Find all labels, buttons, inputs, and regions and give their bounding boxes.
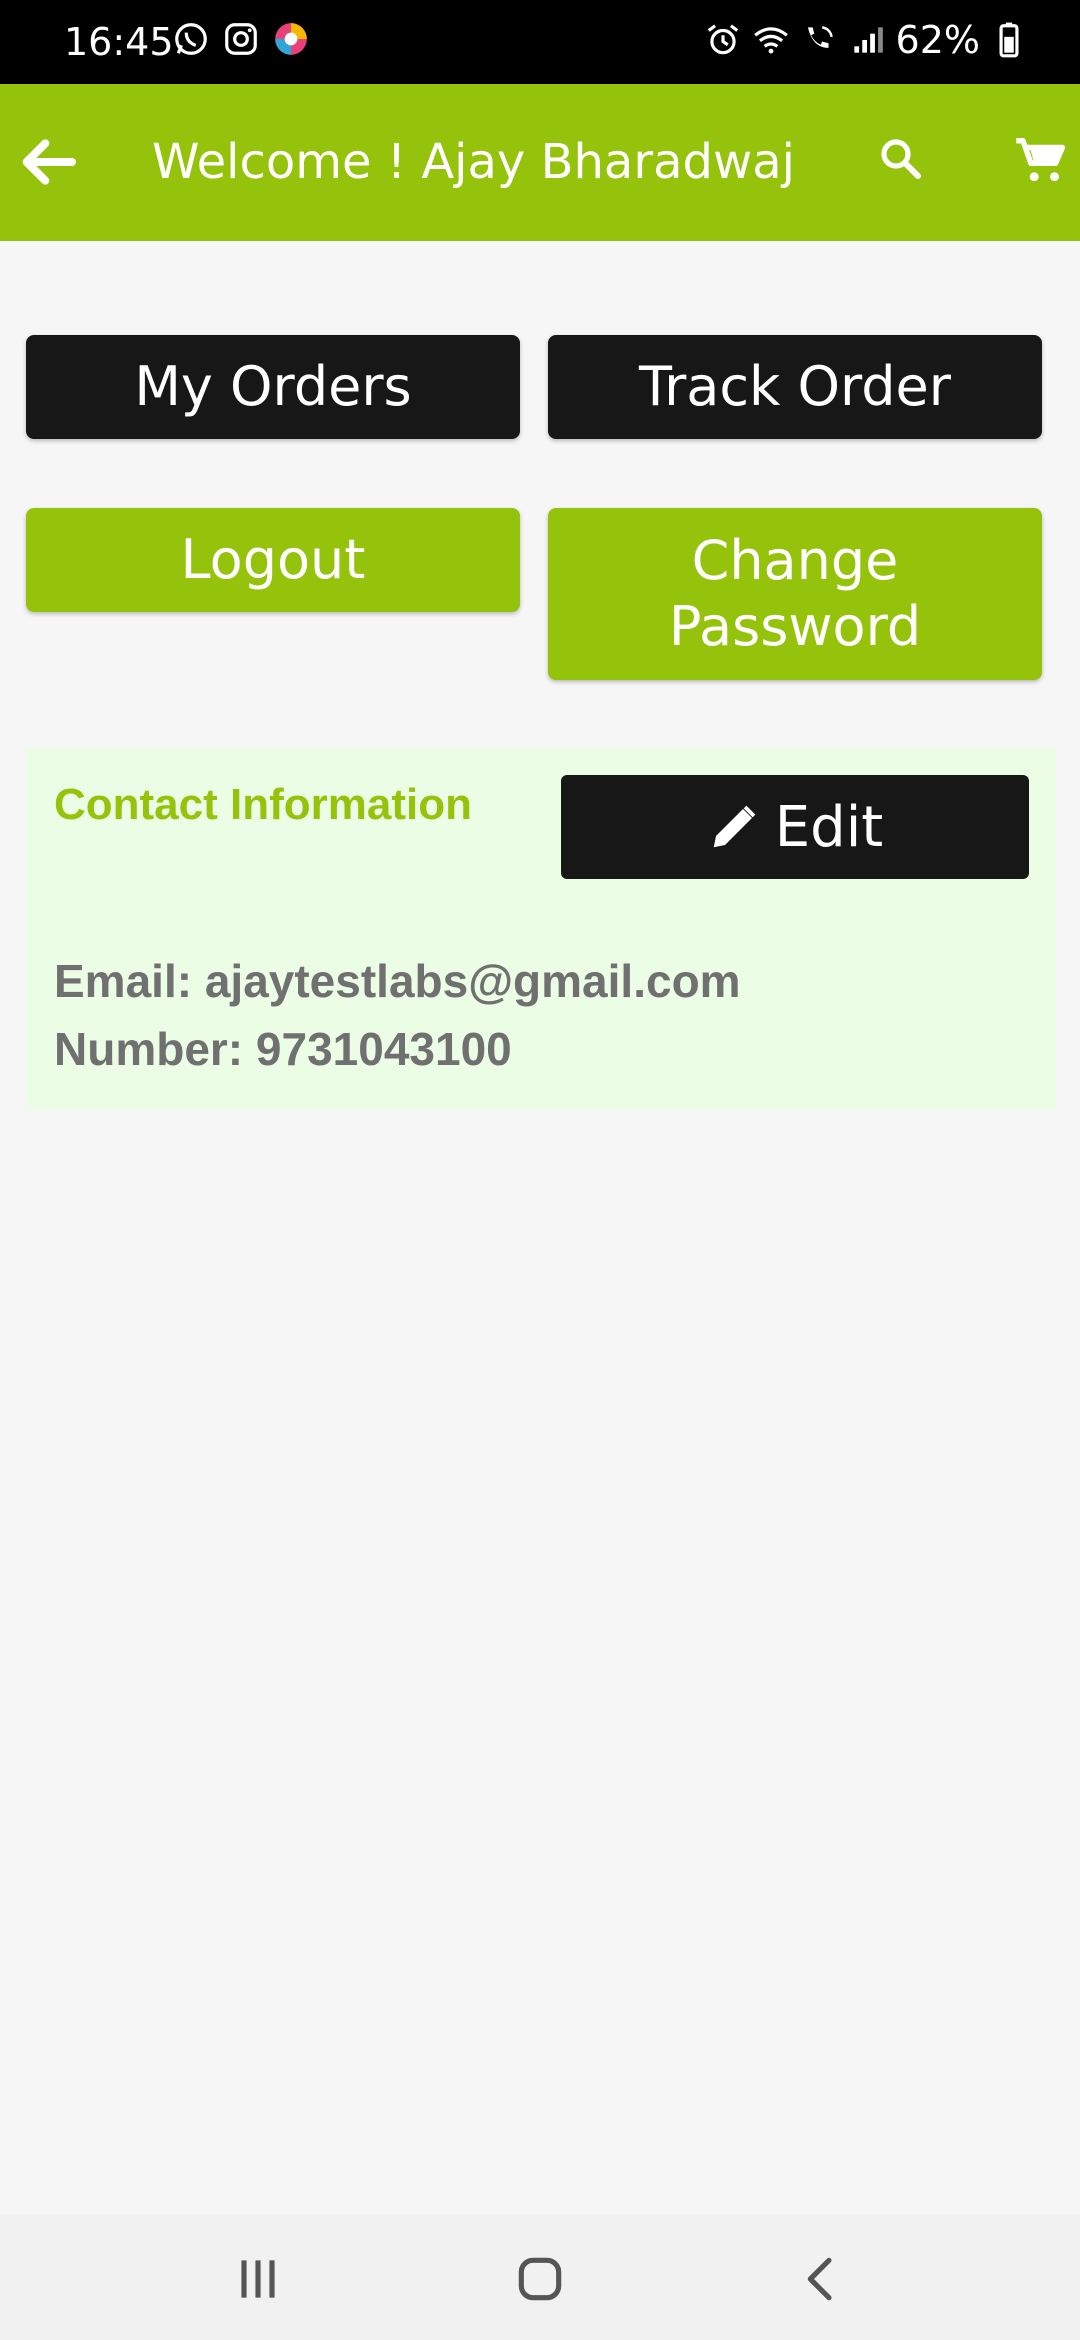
contact-email: Email: ajaytestlabs@gmail.com (54, 955, 741, 1007)
app-bar: Welcome ! Ajay Bharadwaj (0, 84, 1080, 241)
battery-icon (999, 22, 1019, 58)
signal-icon (853, 27, 883, 53)
wifi-icon (753, 27, 788, 54)
contact-information-title: Contact Information (54, 780, 472, 829)
back-nav-icon[interactable] (794, 2251, 850, 2307)
back-arrow-icon[interactable] (16, 130, 80, 194)
instagram-icon (225, 23, 257, 55)
whatsapp-icon (175, 23, 207, 55)
home-icon[interactable] (512, 2251, 568, 2307)
welcome-title: Welcome ! Ajay Bharadwaj (152, 134, 795, 190)
contact-information-card: Contact Information Edit Email: ajaytest… (26, 748, 1056, 1110)
status-bar: 16:45 62% (0, 0, 1080, 84)
track-order-button[interactable]: Track Order (548, 335, 1042, 439)
recent-apps-icon[interactable] (230, 2251, 286, 2307)
search-icon[interactable] (876, 134, 924, 182)
change-password-button[interactable]: Change Password (548, 508, 1042, 680)
change-password-label-line1: Change (691, 529, 899, 592)
status-time: 16:45 (64, 20, 174, 64)
wifi-calling-icon (807, 26, 833, 48)
cart-icon[interactable] (1014, 134, 1068, 188)
chrome-colorful-icon (275, 23, 307, 55)
status-notification-icons (172, 20, 310, 58)
system-nav-bar (0, 2215, 1080, 2340)
battery-percent: 62% (895, 18, 980, 62)
change-password-label-line2: Password (668, 595, 922, 658)
status-system-icons: 62% (704, 18, 1028, 62)
pencil-icon (713, 805, 756, 848)
edit-contact-button[interactable]: Edit (561, 775, 1029, 879)
logout-button[interactable]: Logout (26, 508, 520, 612)
edit-label: Edit (774, 794, 884, 860)
my-orders-button[interactable]: My Orders (26, 335, 520, 439)
alarm-icon (707, 24, 738, 55)
contact-number: Number: 9731043100 (54, 1023, 512, 1075)
